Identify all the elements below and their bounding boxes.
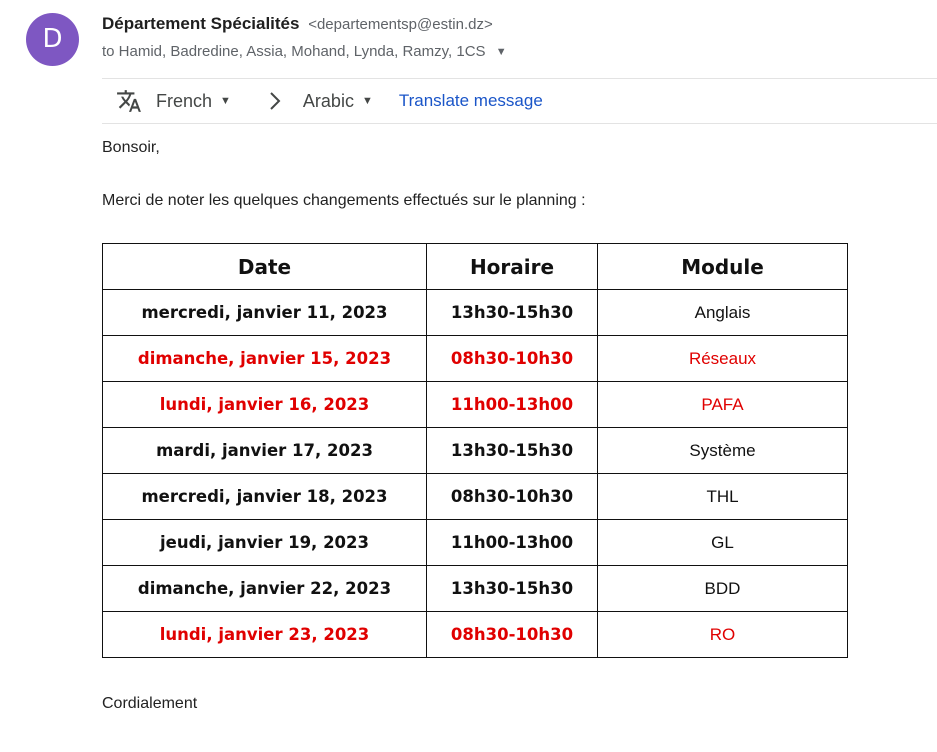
header-date: Date <box>102 243 427 290</box>
planning-table: Date Horaire Module mercredi, janvier 11… <box>102 243 848 658</box>
table-row: mardi, janvier 17, 2023 13h30-15h30 Systèm… <box>102 427 848 474</box>
header-horaire: Horaire <box>426 243 598 290</box>
greeting-text: Bonsoir, <box>102 139 160 156</box>
cell-date: mardi, janvier 17, 2023 <box>102 427 427 474</box>
cell-horaire: 11h00-13h00 <box>426 381 598 428</box>
cell-horaire: 11h00-13h00 <box>426 519 598 566</box>
table-row: lundi, janvier 16, 2023 11h00-13h00 PAFA <box>102 381 848 428</box>
table-row: dimanche, janvier 15, 2023 08h30-10h30 Rés… <box>102 335 848 382</box>
cell-date: dimanche, janvier 22, 2023 <box>102 565 427 612</box>
target-language-dropdown-icon: ▼ <box>361 95 373 107</box>
show-details-caret-icon[interactable]: ▼ <box>496 46 507 58</box>
source-language-select[interactable]: French ▼ <box>156 91 231 112</box>
cell-date: mercredi, janvier 11, 2023 <box>102 289 427 336</box>
cell-date: lundi, janvier 23, 2023 <box>102 611 427 658</box>
cell-horaire: 08h30-10h30 <box>426 611 598 658</box>
target-language-select[interactable]: Arabic ▼ <box>303 91 373 112</box>
source-language-dropdown-icon: ▼ <box>220 95 231 107</box>
table-row: jeudi, janvier 19, 2023 11h00-13h00 GL <box>102 519 848 566</box>
cell-module: Système <box>597 427 848 474</box>
cell-module: GL <box>597 519 848 566</box>
target-language-label: Arabic <box>302 90 354 111</box>
sender-avatar[interactable]: D <box>26 13 79 66</box>
source-language-label: French <box>156 90 213 111</box>
table-row: mercredi, janvier 18, 2023 08h30-10h30 THL <box>102 473 848 520</box>
translate-message-link[interactable]: Translate message <box>399 91 543 111</box>
cell-module: Réseaux <box>597 335 848 382</box>
translate-icon <box>117 90 141 112</box>
header-module: Module <box>597 243 848 290</box>
cell-horaire: 08h30-10h30 <box>426 335 598 382</box>
cell-module: BDD <box>597 565 848 612</box>
cell-module: THL <box>597 473 848 520</box>
cell-horaire: 08h30-10h30 <box>426 473 598 520</box>
table-row: lundi, janvier 23, 2023 08h30-10h30 RO <box>102 611 848 658</box>
table-header-row: Date Horaire Module <box>102 243 848 290</box>
cell-date: jeudi, janvier 19, 2023 <box>102 519 427 566</box>
cell-module: RO <box>597 611 848 658</box>
recipients-line: to Hamid, Badredine, Assia, Mohand, Lynd… <box>102 43 507 60</box>
closing-text: Cordialement <box>102 695 198 712</box>
cell-horaire: 13h30-15h30 <box>426 289 598 336</box>
sender-line: Département Spécialités <departementsp@e… <box>102 14 493 34</box>
cell-horaire: 13h30-15h30 <box>426 565 598 612</box>
recipients-text: to Hamid, Badredine, Assia, Mohand, Lynd… <box>102 43 486 60</box>
translate-bar: French ▼ Arabic ▼ Translate message <box>116 88 543 114</box>
table-row: dimanche, janvier 22, 2023 13h30-15h30 BDD <box>102 565 848 612</box>
cell-date: mercredi, janvier 18, 2023 <box>102 473 427 520</box>
intro-text: Merci de noter les quelques changements … <box>102 192 586 209</box>
cell-module: Anglais <box>597 289 848 336</box>
cell-date: dimanche, janvier 15, 2023 <box>102 335 427 382</box>
translate-divider <box>102 123 937 124</box>
sender-name[interactable]: Département Spécialités <box>102 14 299 33</box>
table-row: mercredi, janvier 11, 2023 13h30-15h30 Ang… <box>102 289 848 336</box>
sender-email: <departementsp@estin.dz> <box>308 16 493 33</box>
cell-date: lundi, janvier 16, 2023 <box>102 381 427 428</box>
header-divider <box>102 78 937 79</box>
cell-horaire: 13h30-15h30 <box>426 427 598 474</box>
cell-module: PAFA <box>597 381 848 428</box>
chevron-right-icon <box>270 92 281 110</box>
